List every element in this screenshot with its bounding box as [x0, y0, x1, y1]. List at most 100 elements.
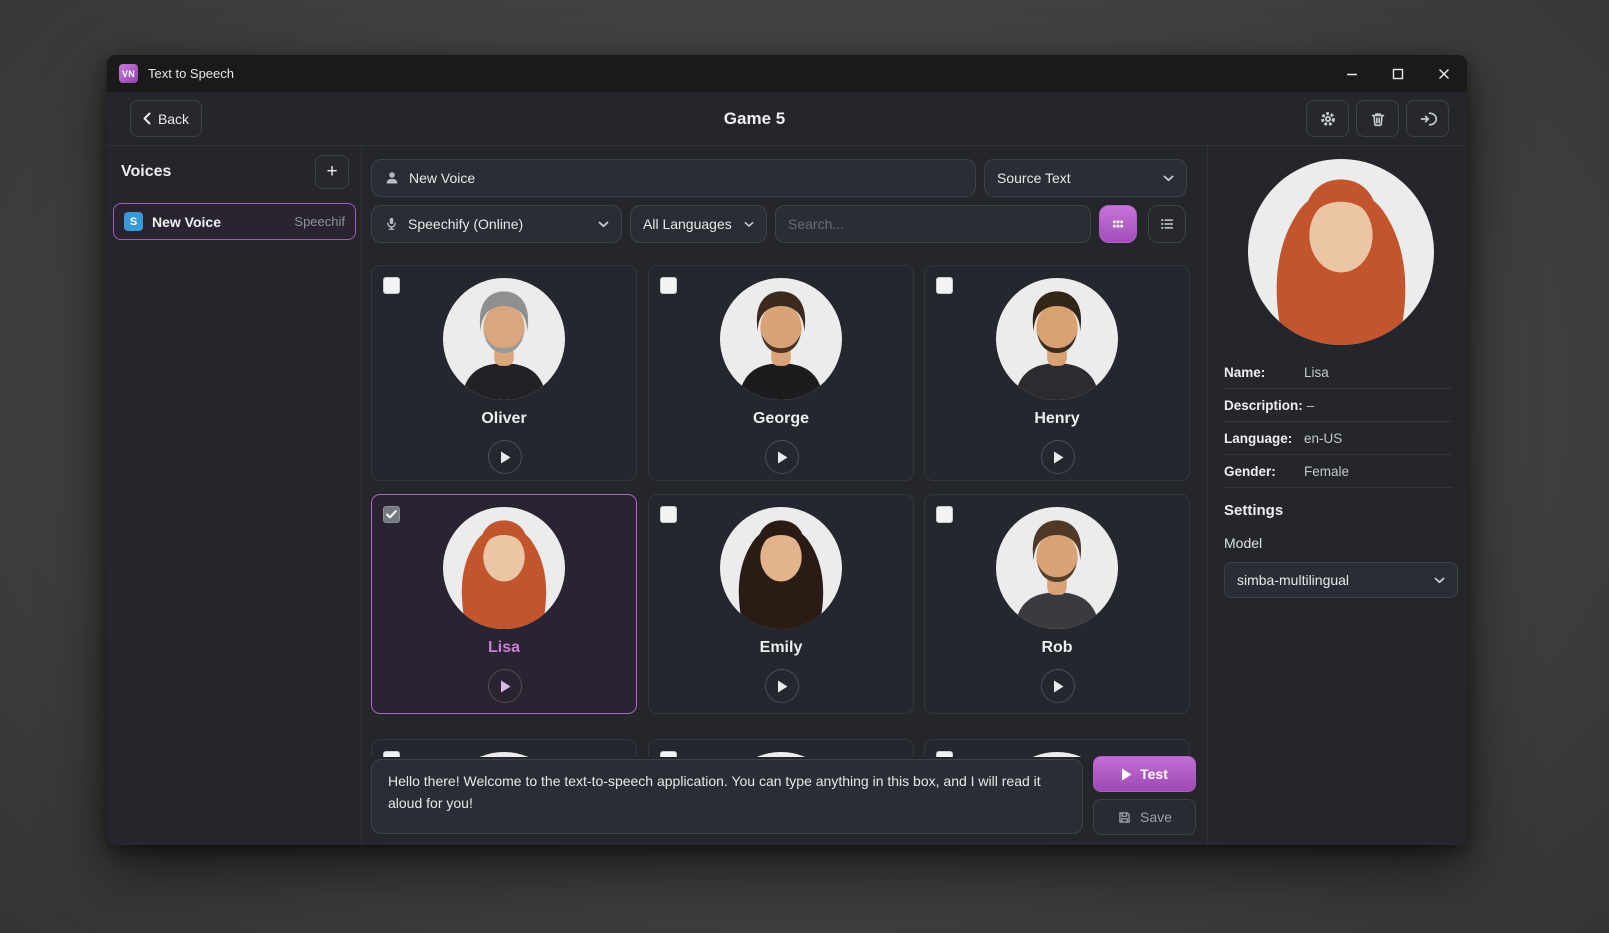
voice-card-oliver[interactable]: Oliver — [371, 265, 637, 481]
app-logo: VN — [119, 64, 138, 83]
search-field[interactable] — [775, 205, 1091, 243]
voice-name: George — [649, 410, 913, 428]
chevron-down-icon — [1434, 577, 1445, 584]
language-select[interactable]: All Languages — [630, 205, 767, 243]
voice-avatar — [443, 752, 565, 757]
detail-row-gender: Gender: Female — [1224, 455, 1452, 488]
detail-value: en-US — [1304, 431, 1342, 446]
detail-value: Lisa — [1304, 365, 1329, 380]
voice-avatar — [996, 507, 1118, 629]
grid-icon — [1110, 216, 1126, 232]
detail-label: Name: — [1224, 365, 1304, 380]
voice-name: Henry — [925, 410, 1189, 428]
close-icon — [1438, 68, 1450, 80]
voice-card-partial[interactable] — [648, 739, 914, 757]
add-voice-button[interactable]: + — [315, 155, 349, 189]
check-icon — [386, 510, 397, 519]
list-view-button[interactable] — [1148, 205, 1186, 243]
detail-label: Language: — [1224, 431, 1304, 446]
detail-value: Female — [1304, 464, 1349, 479]
test-label: Test — [1140, 766, 1168, 782]
settings-button[interactable] — [1306, 100, 1349, 137]
detail-value: – — [1307, 398, 1315, 413]
voice-checkbox[interactable] — [660, 277, 677, 294]
microphone-icon — [384, 216, 399, 232]
play-voice-button[interactable] — [488, 440, 522, 474]
source-text-value: Source Text — [997, 170, 1071, 186]
voice-avatar — [720, 278, 842, 400]
voice-card-lisa[interactable]: Lisa — [371, 494, 637, 714]
voice-checkbox[interactable] — [383, 506, 400, 523]
voice-avatar — [720, 752, 842, 757]
language-value: All Languages — [643, 216, 732, 232]
provider-select[interactable]: Speechify (Online) — [371, 205, 622, 243]
export-button[interactable] — [1406, 100, 1449, 137]
voice-name: Rob — [925, 639, 1189, 657]
play-icon — [777, 451, 788, 464]
header: Back Game 5 — [107, 92, 1467, 145]
voice-card-george[interactable]: George — [648, 265, 914, 481]
grid-view-button[interactable] — [1099, 205, 1137, 243]
voice-name: Lisa — [372, 639, 636, 657]
play-icon — [1053, 680, 1064, 693]
voice-checkbox[interactable] — [660, 751, 677, 757]
voice-avatar — [720, 507, 842, 629]
save-icon — [1117, 810, 1132, 825]
voices-title: Voices — [121, 155, 171, 189]
maximize-icon — [1392, 68, 1404, 80]
person-icon — [384, 170, 400, 186]
window-controls — [1329, 55, 1467, 92]
play-voice-button[interactable] — [765, 669, 799, 703]
page-title: Game 5 — [202, 92, 1307, 145]
voice-name-input[interactable] — [409, 170, 963, 186]
test-button[interactable]: Test — [1093, 756, 1196, 792]
detail-label: Gender: — [1224, 464, 1304, 479]
app-window: VN Text to Speech Back Game 5 — [107, 55, 1467, 845]
source-text-select[interactable]: Source Text — [984, 159, 1187, 197]
play-icon — [1121, 768, 1132, 781]
play-icon — [500, 680, 511, 693]
main-panel: Source Text Speechify (Online) All Langu… — [362, 145, 1207, 845]
sidebar-item-name: New Voice — [152, 214, 221, 230]
save-button[interactable]: Save — [1093, 799, 1196, 835]
voice-checkbox[interactable] — [936, 277, 953, 294]
sidebar-item-new-voice[interactable]: S New Voice Speechif — [113, 203, 356, 240]
minimize-button[interactable] — [1329, 55, 1375, 92]
model-select[interactable]: simba-multilingual — [1224, 562, 1458, 598]
voice-checkbox[interactable] — [660, 506, 677, 523]
voice-avatar — [443, 507, 565, 629]
play-icon — [1053, 451, 1064, 464]
voice-avatar — [996, 278, 1118, 400]
detail-row-language: Language: en-US — [1224, 422, 1452, 455]
voice-card-partial[interactable] — [371, 739, 637, 757]
play-voice-button[interactable] — [765, 440, 799, 474]
detail-row-name: Name: Lisa — [1224, 356, 1452, 389]
voice-card-partial[interactable] — [924, 739, 1190, 757]
search-input[interactable] — [788, 216, 1078, 232]
voice-card-henry[interactable]: Henry — [924, 265, 1190, 481]
chevron-down-icon — [744, 221, 754, 228]
voice-avatar — [443, 278, 565, 400]
speech-text-input[interactable]: Hello there! Welcome to the text-to-spee… — [371, 759, 1083, 834]
back-button[interactable]: Back — [130, 100, 202, 137]
maximize-button[interactable] — [1375, 55, 1421, 92]
voice-card-emily[interactable]: Emily — [648, 494, 914, 714]
voice-checkbox[interactable] — [383, 751, 400, 757]
delete-button[interactable] — [1356, 100, 1399, 137]
voice-card-rob[interactable]: Rob — [924, 494, 1190, 714]
play-voice-button[interactable] — [488, 669, 522, 703]
voice-details: Name: Lisa Description: – Language: en-U… — [1224, 356, 1452, 488]
close-button[interactable] — [1421, 55, 1467, 92]
exit-arrow-icon — [1419, 110, 1437, 128]
play-voice-button[interactable] — [1041, 440, 1075, 474]
voice-checkbox[interactable] — [936, 751, 953, 757]
voice-grid: Oliver George Henry — [371, 253, 1191, 757]
voice-checkbox[interactable] — [936, 506, 953, 523]
minimize-icon — [1346, 68, 1358, 80]
voice-name-field[interactable] — [371, 159, 976, 197]
play-icon — [500, 451, 511, 464]
settings-title: Settings — [1224, 502, 1283, 519]
chevron-left-icon — [143, 112, 151, 125]
play-voice-button[interactable] — [1041, 669, 1075, 703]
voice-checkbox[interactable] — [383, 277, 400, 294]
